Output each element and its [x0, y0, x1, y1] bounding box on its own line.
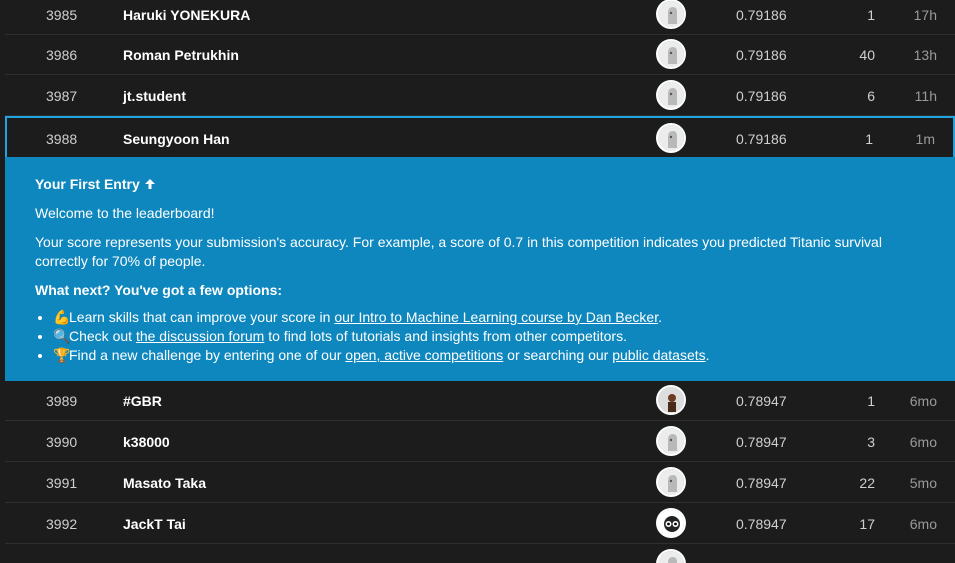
rank: 3991 [46, 475, 78, 491]
score: 0.79186 [736, 131, 787, 147]
last-submission: 1m [915, 131, 935, 147]
last-submission: 17h [913, 7, 937, 23]
rank: 3988 [46, 131, 78, 147]
team-avatar-icon[interactable] [656, 123, 686, 153]
leaderboard-row[interactable]: 3985 Haruki YONEKURA 0.79186 1 17h [5, 0, 955, 35]
team-name[interactable]: Seungyoon Han [123, 131, 230, 147]
entries: 3 [867, 434, 875, 450]
team-avatar-icon[interactable] [656, 0, 686, 29]
trophy-icon: 🏆 [53, 347, 71, 363]
last-submission: 5mo [909, 475, 937, 491]
leaderboard-row[interactable]: 3989 #GBR 0.78947 1 6mo [5, 381, 955, 421]
flexed-arm-icon: 💪 [53, 309, 71, 325]
team-avatar-icon[interactable] [656, 80, 686, 110]
team-name[interactable]: jt.student [123, 88, 186, 104]
rank: 3992 [46, 516, 78, 532]
leaderboard-row-partial[interactable] [5, 545, 955, 563]
option-discussion: 🔍Check out the discussion forum to find … [53, 327, 925, 346]
score: 0.78947 [736, 516, 787, 532]
option-text: or searching our [503, 347, 613, 363]
first-entry-panel: Your First Entry Welcome to the leaderbo… [5, 157, 955, 381]
option-text: . [705, 347, 710, 363]
magnifier-icon: 🔍 [53, 328, 71, 344]
rank: 3990 [46, 434, 78, 450]
team-avatar-icon[interactable] [656, 426, 686, 456]
active-competitions-link[interactable]: open, active competitions [345, 347, 503, 363]
team-name[interactable]: Roman Petrukhin [123, 47, 239, 63]
entries: 1 [867, 7, 875, 23]
entries: 6 [867, 88, 875, 104]
rank: 3989 [46, 393, 78, 409]
leaderboard-row[interactable]: 3991 Masato Taka 0.78947 22 5mo [5, 463, 955, 503]
panel-title: Your First Entry [35, 176, 140, 192]
team-name[interactable]: Masato Taka [123, 475, 206, 491]
panel-heading: Your First Entry [35, 175, 925, 194]
option-challenge: 🏆Find a new challenge by entering one of… [53, 346, 925, 365]
option-text: Learn skills that can improve your score… [69, 309, 335, 325]
leaderboard-row[interactable]: 3992 JackT Tai 0.78947 17 6mo [5, 504, 955, 544]
rank: 3985 [46, 7, 78, 23]
team-avatar-icon[interactable] [656, 385, 686, 415]
option-text: Check out [69, 328, 136, 344]
leaderboard-row[interactable]: 3990 k38000 0.78947 3 6mo [5, 422, 955, 462]
entries: 17 [859, 516, 875, 532]
team-avatar-icon[interactable] [656, 508, 686, 538]
arrow-up-icon [144, 176, 156, 192]
options-title: What next? You've got a few options: [35, 282, 283, 298]
last-submission: 6mo [909, 516, 937, 532]
score: 0.78947 [736, 434, 787, 450]
score: 0.79186 [736, 88, 787, 104]
intro-ml-course-link[interactable]: our Intro to Machine Learning course by … [334, 309, 658, 325]
entries: 40 [859, 47, 875, 63]
leaderboard: 3985 Haruki YONEKURA 0.79186 1 17h 3986 … [0, 0, 955, 563]
team-avatar-icon[interactable] [656, 39, 686, 69]
rank: 3986 [46, 47, 78, 63]
last-submission: 6mo [909, 434, 937, 450]
team-avatar-icon[interactable] [656, 467, 686, 497]
option-text: to find lots of tutorials and insights f… [264, 328, 627, 344]
score: 0.78947 [736, 393, 787, 409]
last-submission: 13h [913, 47, 937, 63]
public-datasets-link[interactable]: public datasets [612, 347, 705, 363]
team-avatar-icon[interactable] [656, 549, 686, 563]
team-name[interactable]: JackT Tai [123, 516, 186, 532]
welcome-text: Welcome to the leaderboard! [35, 205, 215, 221]
option-learn: 💪Learn skills that can improve your scor… [53, 308, 925, 327]
leaderboard-row-current-user[interactable]: 3988 Seungyoon Han 0.79186 1 1m [5, 116, 955, 157]
score: 0.79186 [736, 7, 787, 23]
last-submission: 11h [914, 88, 937, 104]
option-text: Find a new challenge by entering one of … [69, 347, 346, 363]
last-submission: 6mo [909, 393, 937, 409]
option-text: . [658, 309, 662, 325]
entries: 1 [865, 131, 873, 147]
leaderboard-row[interactable]: 3987 jt.student 0.79186 6 11h [5, 76, 955, 116]
discussion-forum-link[interactable]: the discussion forum [136, 328, 264, 344]
options-list: 💪Learn skills that can improve your scor… [35, 308, 925, 365]
entries: 22 [859, 475, 875, 491]
score: 0.78947 [736, 475, 787, 491]
entries: 1 [867, 393, 875, 409]
rank: 3987 [46, 88, 78, 104]
team-name[interactable]: Haruki YONEKURA [123, 7, 250, 23]
team-name[interactable]: k38000 [123, 434, 170, 450]
score-explanation: Your score represents your submission's … [35, 234, 882, 269]
leaderboard-row[interactable]: 3986 Roman Petrukhin 0.79186 40 13h [5, 35, 955, 75]
team-name[interactable]: #GBR [123, 393, 162, 409]
score: 0.79186 [736, 47, 787, 63]
